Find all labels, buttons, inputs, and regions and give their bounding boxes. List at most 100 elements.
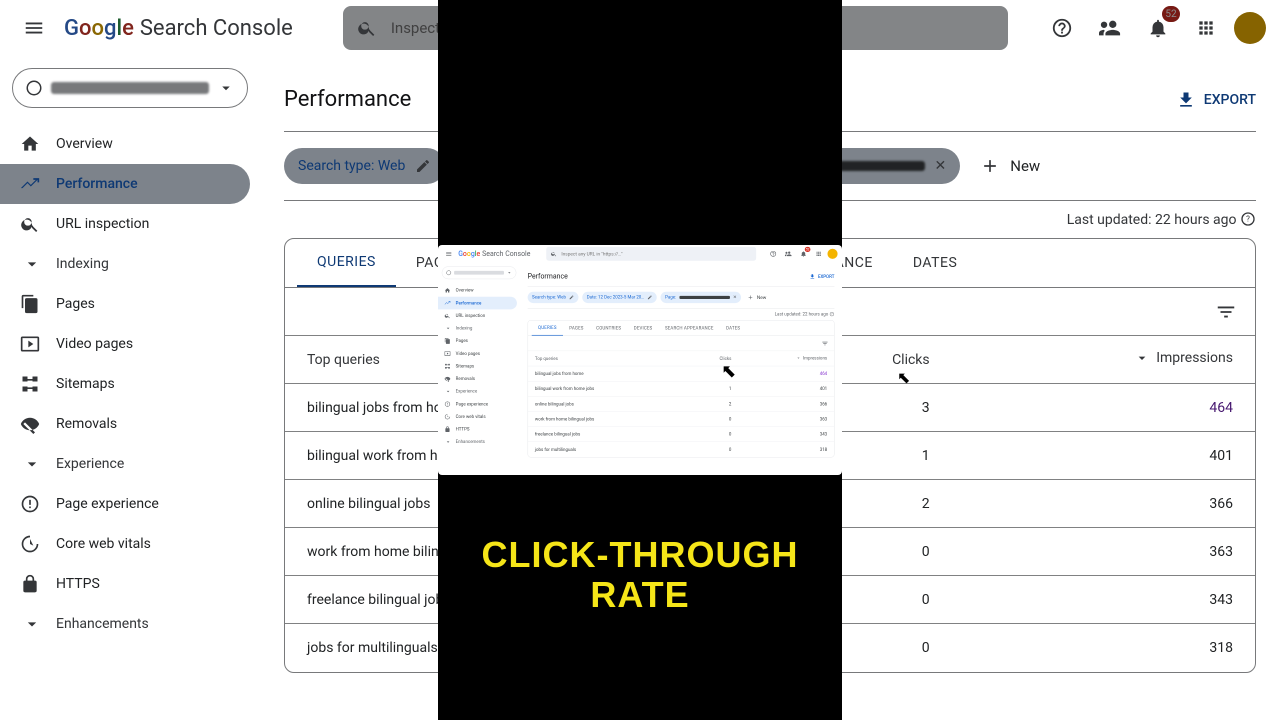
sidebar-item-pages[interactable]: Pages [438,335,517,348]
tab-devices[interactable]: DEVICES [627,320,658,335]
notifications-icon[interactable]: 52 [1138,8,1178,48]
sidebar-section-enhancements[interactable]: Enhancements [438,436,520,449]
page-title: Performance [284,87,411,112]
sidebar-item-label: Page experience [56,496,159,512]
help-icon[interactable]: ? [1240,211,1256,227]
hamburger-icon[interactable] [14,8,54,48]
add-filter-button[interactable]: New [745,294,769,300]
filter-icon[interactable] [1215,301,1237,323]
chevron-down-icon [445,439,451,445]
sidebar-section-enhancements[interactable]: Enhancements [0,604,260,644]
chip-search-type[interactable]: Search type: Web [528,292,579,303]
table-row[interactable]: bilingual jobs from home3464 [528,366,834,381]
sidebar-item-label: HTTPS [56,576,100,592]
cell-impressions: 366 [738,396,834,411]
notifications-icon[interactable]: 52 [797,248,810,261]
sidebar-section-indexing[interactable]: Indexing [438,322,520,335]
arrow-down-icon [1134,350,1150,366]
chip-page[interactable]: Page: ✕ [661,292,741,303]
notif-badge: 52 [805,247,811,252]
cell-impressions: 318 [952,624,1255,672]
tab-dates[interactable]: DATES [720,320,747,335]
table-row[interactable]: work from home bilingual jobs0363 [528,411,834,426]
people-icon[interactable] [782,248,795,261]
sidebar-item-removals[interactable]: Removals [0,404,250,444]
tab-dates[interactable]: DATES [893,239,977,287]
close-icon[interactable]: ✕ [733,295,737,300]
help-icon[interactable] [767,248,780,261]
chevron-down-icon [445,325,451,331]
table-row[interactable]: jobs for multilinguals0318 [528,442,834,457]
close-icon[interactable]: ✕ [935,158,947,174]
add-filter-button[interactable]: New [972,156,1048,176]
property-selector[interactable] [442,266,516,279]
apps-icon[interactable] [812,248,825,261]
table-row[interactable]: bilingual work from home jobs1401 [528,381,834,396]
sidebar-item-overview[interactable]: Overview [0,124,250,164]
globe-icon [446,270,452,276]
export-button[interactable]: EXPORT [1176,90,1256,110]
sidebar-item-page-experience[interactable]: Page experience [0,484,250,524]
sidebar-item-url-inspection[interactable]: URL inspection [0,204,250,244]
tab-search-appearance[interactable]: SEARCH APPEARANCE [659,320,720,335]
chevron-down-icon [445,388,451,394]
header: Google Search Console 52 [438,245,842,263]
hamburger-icon[interactable] [442,248,455,261]
chevron-down-icon [22,614,42,634]
sidebar-item-performance[interactable]: Performance [0,164,250,204]
filter-icon[interactable] [821,340,828,347]
search-icon [357,18,377,38]
sidebar-item-sitemaps[interactable]: Sitemaps [0,364,250,404]
people-icon[interactable] [1090,8,1130,48]
sidebar-item-label: URL inspection [56,216,149,232]
report-card: QUERIES PAGES COUNTRIES DEVICES SEARCH A… [528,320,835,457]
sidebar-item-page-experience[interactable]: Page experience [438,398,517,411]
tab-pages[interactable]: PAGES [563,320,590,335]
cell-clicks: 0 [684,411,739,426]
sidebar-item-performance[interactable]: Performance [438,297,517,310]
chip-date[interactable]: Date: 12 Dec 2023-5 Mar 20… [582,292,657,303]
sidebar-item-overview[interactable]: Overview [438,284,517,297]
url-inspect-search[interactable] [546,247,756,261]
col-impressions[interactable]: Impressions [738,351,834,366]
export-button[interactable]: EXPORT [809,273,834,279]
sidebar-section-experience[interactable]: Experience [0,444,260,484]
tab-queries[interactable]: QUERIES [532,320,563,335]
sidebar-item-video-pages[interactable]: Video pages [0,324,250,364]
plus-icon [747,294,753,300]
table-row[interactable]: online bilingual jobs2366 [528,396,834,411]
sidebar-section-indexing[interactable]: Indexing [0,244,260,284]
help-icon[interactable]: ? [829,312,834,317]
property-selector[interactable] [12,68,248,108]
sidebar-item-label: Page experience [456,402,488,407]
avatar[interactable] [1234,12,1266,44]
col-query[interactable]: Top queries [528,351,684,366]
sidebar-section-experience[interactable]: Experience [438,385,520,398]
sidebar-item-sitemaps[interactable]: Sitemaps [438,360,517,373]
mini-screenshot: Google Search Console 52 [438,245,842,475]
sidebar-item-video-pages[interactable]: Video pages [438,347,517,360]
sidebar: Overview Performance URL inspection Inde… [0,56,260,720]
sidebar-item-url-inspection[interactable]: URL inspection [438,309,517,322]
cell-query: bilingual work from home jobs [528,381,684,396]
help-icon[interactable] [1042,8,1082,48]
url-inspect-input[interactable] [561,251,751,257]
cell-query: online bilingual jobs [528,396,684,411]
sidebar-item-removals[interactable]: Removals [438,373,517,386]
arrow-down-icon [796,355,801,360]
sidebar-item-pages[interactable]: Pages [0,284,250,324]
sidebar-item-https[interactable]: HTTPS [0,564,250,604]
table-row[interactable]: freelance bilingual jobs0343 [528,427,834,442]
sidebar-item-https[interactable]: HTTPS [438,423,517,436]
plus-icon [980,156,1000,176]
apps-icon[interactable] [1186,8,1226,48]
sidebar-item-core-web-vitals[interactable]: Core web vitals [0,524,250,564]
tab-queries[interactable]: QUERIES [297,239,396,287]
col-impressions[interactable]: Impressions [952,336,1255,384]
cell-impressions: 366 [952,480,1255,528]
sidebar-item-core-web-vitals[interactable]: Core web vitals [438,410,517,423]
svg-text:?: ? [1246,215,1250,224]
avatar[interactable] [827,249,837,259]
tab-countries[interactable]: COUNTRIES [590,320,628,335]
chip-search-type[interactable]: Search type: Web [284,148,445,184]
